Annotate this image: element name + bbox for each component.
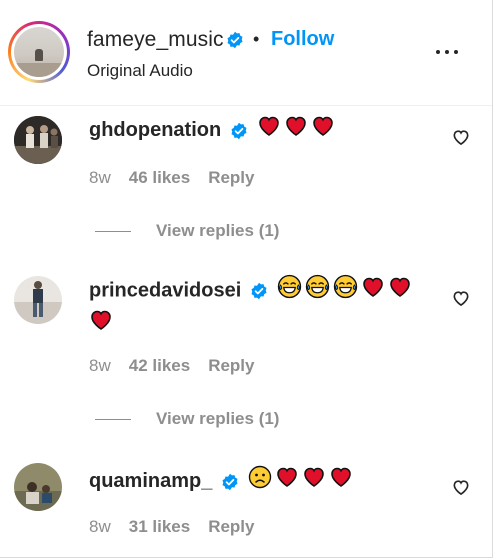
like-comment-heart-icon[interactable] xyxy=(451,288,471,308)
red-heart-icon xyxy=(311,114,335,147)
red-heart-icon xyxy=(388,275,412,308)
verified-icon xyxy=(251,282,267,300)
story-ring[interactable] xyxy=(8,21,70,83)
like-comment-heart-icon[interactable] xyxy=(451,477,471,497)
comment-body: princedavidosei xyxy=(89,274,415,341)
comment-emojis xyxy=(257,116,338,141)
divider xyxy=(95,230,131,232)
audio-label[interactable]: Original Audio xyxy=(87,61,193,81)
post-author-username[interactable]: fameye_music xyxy=(87,28,224,52)
comment-likes[interactable]: 42 likes xyxy=(129,356,190,376)
comment-meta: 8w 42 likes Reply xyxy=(89,356,254,376)
view-replies-button[interactable]: View replies (1) xyxy=(95,409,279,429)
red-heart-icon xyxy=(361,275,385,308)
reply-button[interactable]: Reply xyxy=(208,356,254,376)
separator-dot: • xyxy=(253,29,260,49)
red-heart-icon xyxy=(302,465,326,498)
comment-time: 8w xyxy=(89,356,111,375)
tears-of-joy-icon xyxy=(305,274,330,308)
comment-username[interactable]: ghdopenation xyxy=(89,119,221,141)
divider xyxy=(95,418,131,420)
red-heart-icon xyxy=(329,465,353,498)
view-replies-button[interactable]: View replies (1) xyxy=(95,221,279,241)
comments-panel: fameye_music • Follow Original Audio ghd… xyxy=(0,0,493,558)
comment-meta: 8w 46 likes Reply xyxy=(89,168,254,188)
view-replies-label: View replies (1) xyxy=(156,221,280,240)
like-comment-heart-icon[interactable] xyxy=(451,127,471,147)
avatar[interactable] xyxy=(14,463,62,511)
reply-button[interactable]: Reply xyxy=(208,168,254,188)
red-heart-icon xyxy=(257,114,281,147)
comment-likes[interactable]: 31 likes xyxy=(129,517,190,537)
red-heart-icon xyxy=(275,465,299,498)
tears-of-joy-icon xyxy=(333,274,358,308)
tears-of-joy-icon xyxy=(277,274,302,308)
red-heart-icon xyxy=(284,114,308,147)
post-header: fameye_music • Follow Original Audio xyxy=(0,0,492,106)
comment-body: ghdopenation xyxy=(89,114,338,147)
reply-button[interactable]: Reply xyxy=(208,517,254,537)
red-heart-icon xyxy=(89,308,113,341)
comment-body: quaminamp_ xyxy=(89,465,356,498)
comment-meta: 8w 31 likes Reply xyxy=(89,517,254,537)
follow-button[interactable]: Follow xyxy=(271,28,334,51)
verified-icon xyxy=(231,122,247,139)
comment-item: ghdopenation 8w 46 likes Reply View repl… xyxy=(0,106,492,256)
comment-time: 8w xyxy=(89,168,111,187)
view-replies-label: View replies (1) xyxy=(156,409,280,428)
comment-item: princedavidosei 8w 42 likes Reply View r… xyxy=(0,256,492,441)
comment-likes[interactable]: 46 likes xyxy=(129,168,190,188)
verified-icon xyxy=(222,473,238,490)
comment-username[interactable]: quaminamp_ xyxy=(89,470,212,492)
avatar[interactable] xyxy=(14,27,64,77)
comment-username[interactable]: princedavidosei xyxy=(89,279,241,301)
avatar[interactable] xyxy=(14,116,62,164)
comment-emojis xyxy=(248,465,356,492)
verified-icon xyxy=(227,31,243,49)
comment-item: quaminamp_ 8w 31 likes Reply xyxy=(0,441,492,558)
slightly-frowning-face-icon xyxy=(248,465,272,498)
comment-time: 8w xyxy=(89,517,111,536)
more-options-icon[interactable] xyxy=(436,42,462,62)
avatar[interactable] xyxy=(14,276,62,324)
